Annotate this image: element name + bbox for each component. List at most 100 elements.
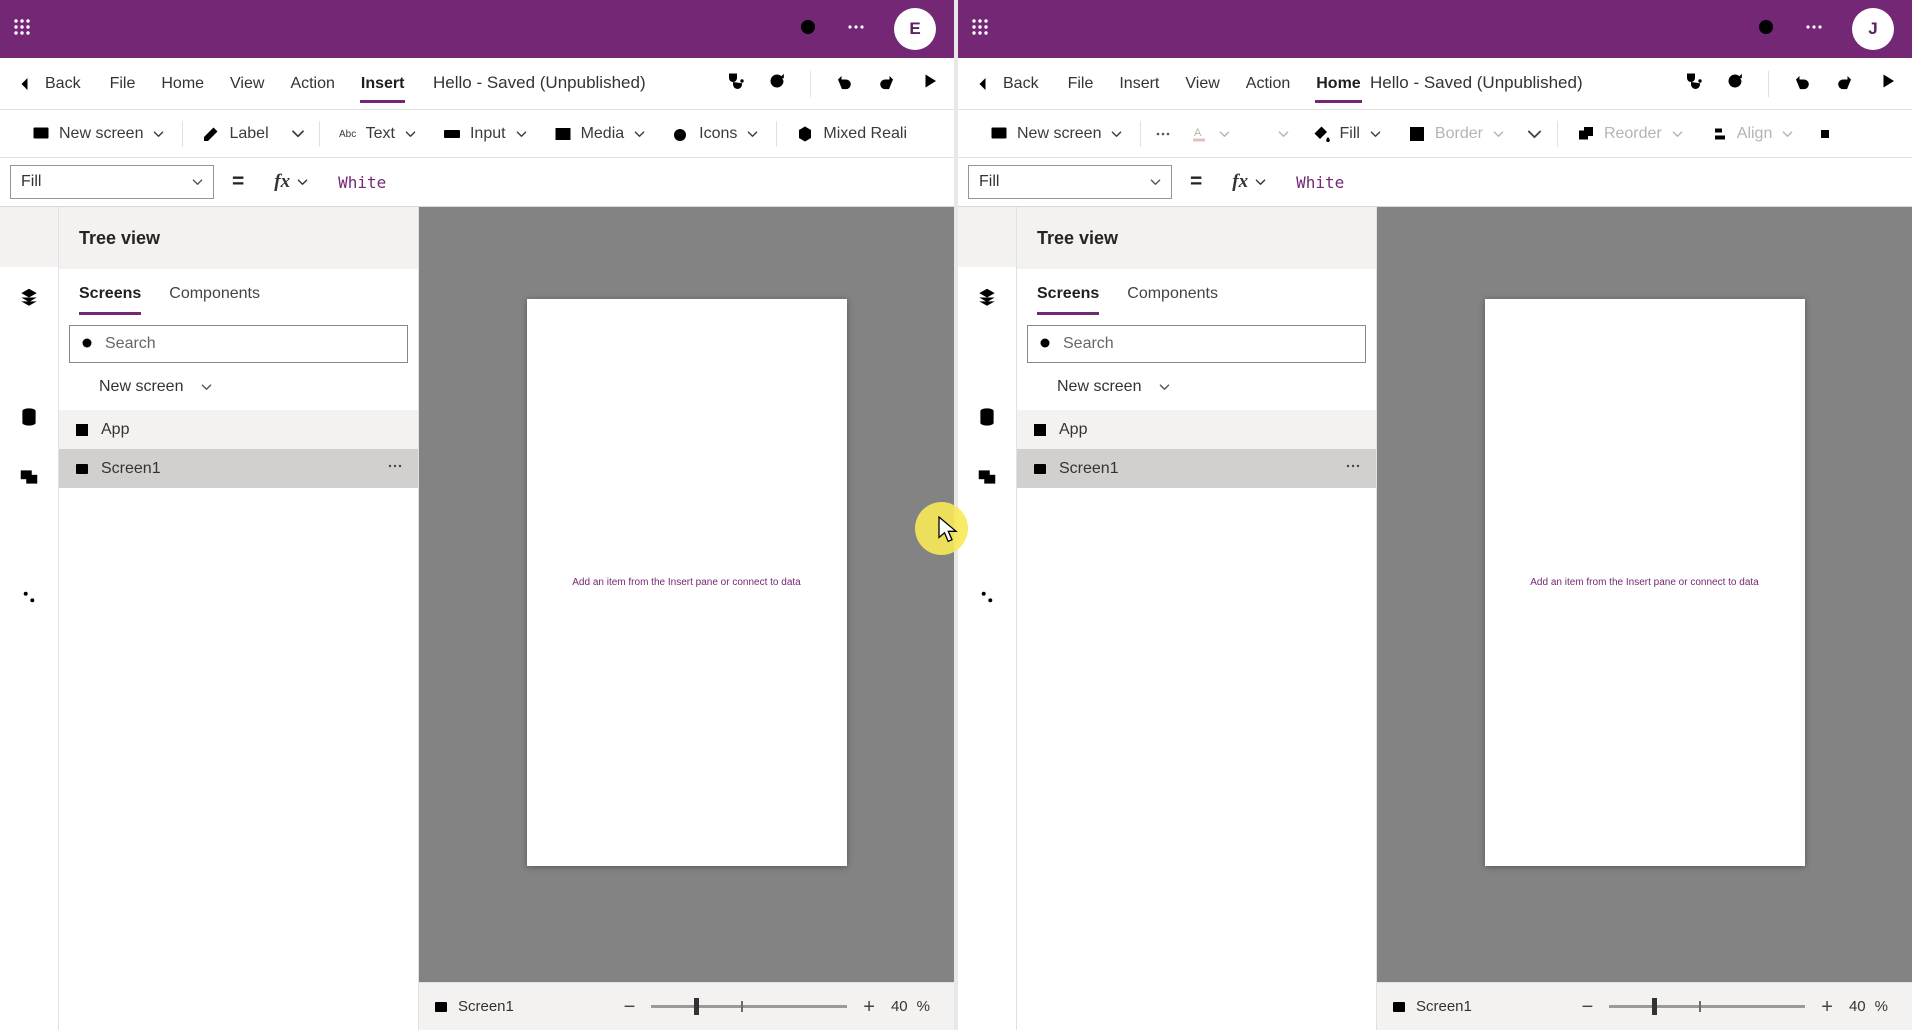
zoom-slider[interactable] [1609, 1005, 1805, 1008]
rail-media[interactable] [958, 447, 1016, 507]
tab-components[interactable]: Components [169, 285, 260, 315]
menu-home[interactable]: Home [148, 58, 217, 110]
rail-tree-view[interactable] [0, 267, 58, 327]
more-options-icon[interactable] [387, 458, 403, 479]
rail-media[interactable] [0, 447, 58, 507]
undo-icon[interactable] [1792, 71, 1812, 96]
fx-dropdown[interactable]: fx [262, 171, 320, 193]
settings-ellipsis-icon[interactable] [1804, 17, 1824, 42]
new-screen-tree-button[interactable]: New screen [59, 363, 418, 410]
back-button[interactable]: Back [0, 74, 97, 94]
align-button-disabled[interactable]: Align [1696, 110, 1807, 158]
menu-home-active[interactable]: Home [1303, 58, 1373, 110]
label-expand-chevron[interactable] [282, 110, 314, 158]
play-icon[interactable] [1878, 71, 1898, 96]
refresh-icon[interactable] [1725, 71, 1745, 96]
menu-file[interactable]: File [97, 58, 149, 110]
property-dropdown[interactable]: Fill [968, 165, 1172, 199]
connect-to-data-link[interactable]: connect to data [1690, 577, 1758, 588]
menu-insert[interactable]: Insert [1106, 58, 1172, 110]
menu-view[interactable]: View [1172, 58, 1232, 110]
play-icon[interactable] [920, 71, 940, 96]
zoom-out-button[interactable]: − [1582, 997, 1594, 1017]
icons-button[interactable]: Icons [658, 110, 771, 158]
rail-insert[interactable] [958, 327, 1016, 387]
design-canvas[interactable]: Add an item from the Insert pane or conn… [419, 207, 954, 982]
close-icon[interactable] [376, 224, 400, 253]
zoom-in-button[interactable]: + [1821, 997, 1833, 1017]
rail-data[interactable] [958, 387, 1016, 447]
canvas-artboard[interactable]: Add an item from the Insert pane or conn… [1485, 299, 1805, 866]
border-button-disabled[interactable]: Border [1394, 110, 1517, 158]
ribbon-expand-chevron[interactable] [1517, 129, 1552, 139]
app-icon [1032, 422, 1048, 438]
input-button[interactable]: Input [429, 110, 540, 158]
rail-hamburger-menu[interactable] [0, 207, 58, 267]
new-screen-button[interactable]: New screen [976, 110, 1135, 158]
environment-icon[interactable] [798, 17, 818, 42]
rail-hamburger-menu[interactable] [958, 207, 1016, 267]
text-button[interactable]: Abc Text [325, 110, 429, 158]
fx-dropdown[interactable]: fx [1220, 171, 1278, 193]
distribute-button-disabled-clipped[interactable] [1806, 110, 1844, 158]
undo-icon[interactable] [834, 71, 854, 96]
rail-controls[interactable] [958, 567, 1016, 627]
environment-icon[interactable] [1756, 17, 1776, 42]
search-input[interactable] [105, 335, 397, 353]
rail-insert[interactable] [0, 327, 58, 387]
font-color-button-disabled[interactable]: A [1180, 110, 1239, 158]
mixed-reality-button[interactable]: Mixed Reali [782, 110, 920, 158]
zoom-in-button[interactable]: + [863, 997, 875, 1017]
tree-item-screen1[interactable]: Screen1 [1017, 449, 1376, 488]
redo-icon[interactable] [877, 71, 897, 96]
property-dropdown[interactable]: Fill [10, 165, 214, 199]
tab-screens[interactable]: Screens [1037, 285, 1099, 315]
label-button[interactable]: Label [188, 110, 281, 158]
refresh-icon[interactable] [767, 71, 787, 96]
app-checker-icon[interactable] [1682, 71, 1702, 96]
canvas-artboard[interactable]: Add an item from the Insert pane or conn… [527, 299, 847, 866]
settings-ellipsis-icon[interactable] [846, 17, 866, 42]
redo-icon[interactable] [1835, 71, 1855, 96]
zoom-slider-thumb[interactable] [1652, 998, 1657, 1015]
zoom-slider-thumb[interactable] [694, 998, 699, 1015]
search-input[interactable] [1063, 335, 1355, 353]
media-button[interactable]: Media [540, 110, 659, 158]
rail-controls[interactable] [0, 567, 58, 627]
tree-item-screen1[interactable]: Screen1 [59, 449, 418, 488]
formula-input[interactable]: White [338, 173, 386, 192]
menu-view[interactable]: View [217, 58, 277, 110]
connect-to-data-link[interactable]: connect to data [732, 577, 800, 588]
design-canvas[interactable]: Add an item from the Insert pane or conn… [1377, 207, 1912, 982]
office-header: E [0, 0, 954, 58]
rail-flows[interactable] [958, 507, 1016, 567]
reorder-button-disabled[interactable]: Reorder [1563, 110, 1696, 158]
rail-flows[interactable] [0, 507, 58, 567]
menu-insert-active[interactable]: Insert [348, 58, 418, 110]
avatar[interactable]: E [894, 8, 936, 50]
zoom-out-button[interactable]: − [624, 997, 636, 1017]
menu-file[interactable]: File [1055, 58, 1107, 110]
back-button[interactable]: Back [958, 74, 1055, 94]
tree-item-app[interactable]: App [59, 410, 418, 449]
rail-data[interactable] [0, 387, 58, 447]
new-screen-button[interactable]: New screen [18, 110, 177, 158]
app-launcher-icon[interactable] [12, 17, 32, 42]
formula-input[interactable]: White [1296, 173, 1344, 192]
tab-screens[interactable]: Screens [79, 285, 141, 315]
tree-item-app[interactable]: App [1017, 410, 1376, 449]
avatar[interactable]: J [1852, 8, 1894, 50]
tab-components[interactable]: Components [1127, 285, 1218, 315]
zoom-slider[interactable] [651, 1005, 847, 1008]
text-align-button-disabled[interactable] [1239, 110, 1298, 158]
more-options-icon[interactable] [1345, 458, 1361, 479]
new-screen-tree-button[interactable]: New screen [1017, 363, 1376, 410]
menu-action[interactable]: Action [1233, 58, 1303, 110]
menu-action[interactable]: Action [277, 58, 347, 110]
close-icon[interactable] [1334, 224, 1358, 253]
app-launcher-icon[interactable] [970, 17, 990, 42]
rail-tree-view[interactable] [958, 267, 1016, 327]
ribbon-overflow-button[interactable] [1146, 110, 1180, 158]
fill-button[interactable]: Fill [1298, 110, 1393, 158]
app-checker-icon[interactable] [724, 71, 744, 96]
